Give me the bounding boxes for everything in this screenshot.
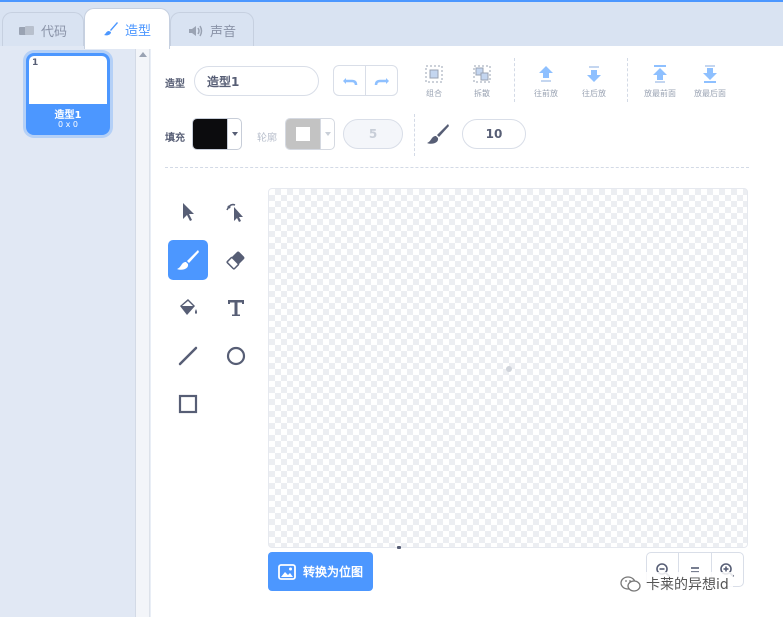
text-tool[interactable] [216, 288, 256, 328]
rectangle-tool[interactable] [168, 384, 208, 424]
tab-sounds[interactable]: 声音 [170, 12, 254, 48]
line-icon [178, 346, 198, 366]
tab-bar: 代码 造型 声音 [0, 0, 783, 49]
fill-bucket-icon [180, 299, 197, 315]
canvas-scroll-indicator [397, 546, 401, 549]
chevron-down-icon [324, 132, 331, 136]
reshape-icon [226, 203, 243, 222]
forward-button[interactable]: 往前放 [525, 63, 567, 99]
toolbar-divider [165, 167, 749, 168]
group-icon [425, 65, 443, 83]
brush-size-icon [426, 122, 450, 150]
back-button[interactable]: 放最后面 [689, 63, 731, 99]
tab-code[interactable]: 代码 [2, 12, 84, 48]
ungroup-label: 拆散 [474, 89, 490, 98]
outline-color-swatch [286, 119, 320, 149]
circle-tool[interactable] [216, 336, 256, 376]
eraser-icon [226, 251, 245, 270]
back-label: 放最后面 [694, 89, 726, 98]
eraser-tool[interactable] [216, 240, 256, 280]
undo-redo-group [333, 65, 398, 96]
reshape-tool[interactable] [216, 192, 256, 232]
group-button[interactable]: 组合 [413, 63, 455, 99]
rectangle-icon [178, 394, 198, 414]
redo-button[interactable] [365, 66, 397, 95]
costume-name: 造型1 [54, 110, 82, 121]
fill-color-swatch [193, 119, 227, 149]
outline-color-picker[interactable] [285, 118, 335, 150]
circle-icon [226, 346, 246, 366]
scroll-up-arrow-icon[interactable] [139, 52, 147, 57]
fill-tool[interactable] [168, 288, 208, 328]
costume-thumbnail [29, 56, 107, 104]
backward-icon [587, 66, 601, 82]
costume-name-label: 造型 [165, 79, 185, 90]
brush-icon [177, 250, 199, 270]
line-tool[interactable] [168, 336, 208, 376]
costume-list-scrollbar[interactable] [136, 46, 150, 617]
tab-sounds-label: 声音 [209, 25, 236, 40]
fill-dropdown-arrow [227, 119, 241, 149]
back-icon [703, 65, 717, 83]
ungroup-icon [473, 65, 491, 83]
wechat-icon [620, 576, 641, 592]
speaker-icon [188, 25, 203, 36]
outline-dropdown-arrow [320, 119, 334, 149]
forward-icon [539, 66, 553, 82]
front-button[interactable]: 放最前面 [639, 63, 681, 99]
ungroup-button[interactable]: 拆散 [461, 63, 503, 99]
brush-tool[interactable] [168, 240, 208, 280]
tab-costumes-label: 造型 [124, 23, 151, 39]
watermark-text: 卡莱的异想id [646, 577, 729, 593]
toolbar-divider [627, 58, 628, 102]
front-label: 放最前面 [644, 89, 676, 98]
group-label: 组合 [426, 89, 442, 98]
undo-button[interactable] [334, 66, 365, 95]
convert-to-bitmap-label: 转换为位图 [303, 565, 364, 579]
tab-code-label: 代码 [40, 25, 67, 40]
costume-number: 1 [32, 58, 39, 68]
costume-size: 0 x 0 [58, 120, 78, 129]
costume-name-value: 造型1 [207, 74, 240, 89]
brush-size-input[interactable]: 10 [462, 119, 526, 149]
select-tool[interactable] [168, 192, 208, 232]
backward-button[interactable]: 往后放 [573, 63, 615, 99]
paintbrush-icon [103, 22, 118, 36]
canvas-center-point [506, 366, 512, 372]
paint-editor: 造型 造型1 组合 拆散 往前放 往后放 放最前面 放最后面 填充 轮廓 5 1… [151, 46, 783, 617]
text-icon [228, 300, 244, 316]
image-icon [278, 563, 296, 580]
outline-width-input[interactable]: 5 [343, 119, 403, 149]
forward-label: 往前放 [534, 89, 558, 98]
toolbar-divider [414, 114, 415, 156]
redo-icon [374, 77, 389, 85]
fill-label: 填充 [165, 133, 185, 144]
arrow-select-icon [183, 203, 194, 221]
outline-label: 轮廓 [257, 133, 277, 144]
toolbar-divider [514, 58, 515, 102]
convert-to-bitmap-button[interactable]: 转换为位图 [268, 552, 373, 591]
undo-icon [342, 77, 357, 85]
backward-label: 往后放 [582, 89, 606, 98]
costume-name-input[interactable]: 造型1 [194, 66, 319, 96]
chevron-down-icon [231, 132, 238, 136]
watermark: 卡莱的异想id [616, 572, 733, 596]
code-icon [18, 25, 34, 35]
front-icon [653, 65, 667, 83]
drawing-canvas[interactable] [268, 188, 748, 548]
tab-costumes[interactable]: 造型 [84, 8, 170, 49]
costume-item[interactable]: 1 造型1 0 x 0 [26, 53, 110, 135]
fill-color-picker[interactable] [192, 118, 242, 150]
